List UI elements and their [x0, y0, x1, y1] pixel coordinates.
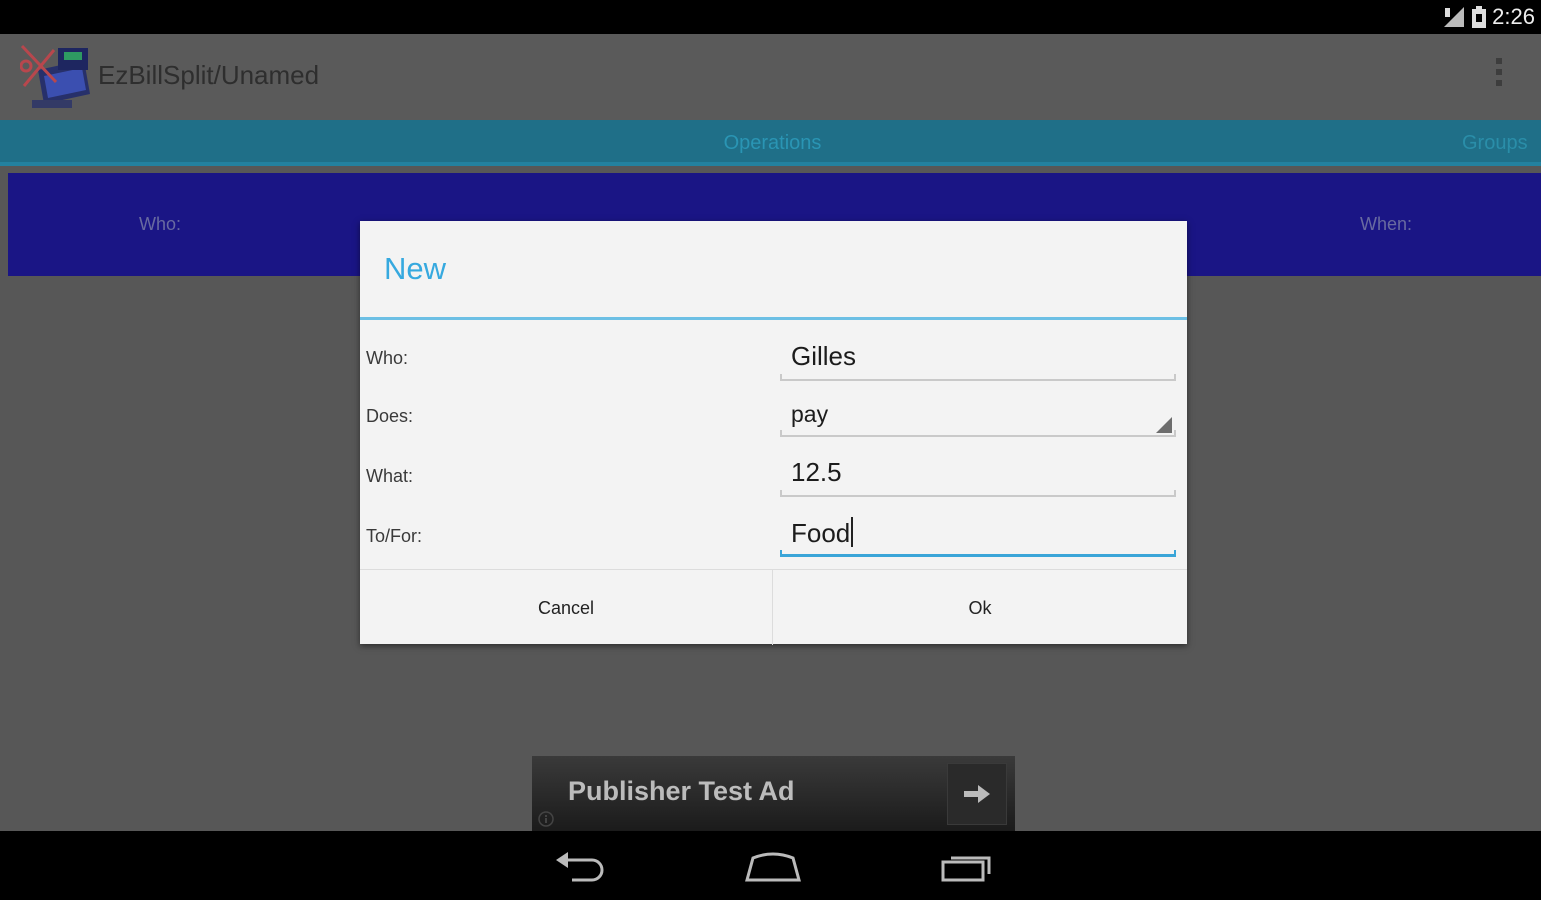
new-operation-dialog: New Who: Gilles Does: pay What: 12.5 To/… [360, 221, 1187, 645]
action-bar: EzBillSplit/Unamed [0, 34, 1541, 120]
who-field[interactable]: Gilles [780, 337, 1176, 381]
tab-operations[interactable]: Operations [640, 120, 905, 166]
ad-text: Publisher Test Ad [568, 776, 795, 806]
status-bar: 2:26 [0, 0, 1541, 34]
what-value: 12.5 [791, 457, 842, 487]
status-icons: 2:26 [1442, 3, 1535, 31]
battery-icon [1472, 6, 1487, 28]
tab-groups[interactable]: Groups [1462, 120, 1528, 166]
ok-button[interactable]: Ok [773, 570, 1187, 645]
ad-banner[interactable]: Publisher Test Ad [532, 756, 1015, 831]
who-value: Gilles [791, 341, 857, 371]
does-spinner[interactable]: pay [780, 393, 1176, 437]
dialog-title: New [384, 251, 447, 286]
recent-apps-icon[interactable] [932, 845, 1002, 889]
header-who: Who: [138, 214, 181, 234]
arrow-right-icon[interactable] [947, 763, 1007, 825]
what-field[interactable]: 12.5 [780, 453, 1176, 497]
dropdown-arrow-icon [1156, 417, 1172, 433]
cancel-button[interactable]: Cancel [360, 570, 772, 645]
dialog-button-bar: Cancel Ok [360, 569, 1187, 645]
status-time: 2:26 [1492, 4, 1535, 29]
navigation-bar [0, 831, 1541, 900]
to-for-value: Food [791, 517, 854, 549]
app-title: EzBillSplit/Unamed [98, 60, 320, 90]
back-icon[interactable] [545, 845, 615, 889]
app-screen: 2:26 EzBillSplit/Unamed Operations Group… [0, 0, 1541, 900]
to-for-field[interactable]: Food [780, 513, 1176, 557]
signal-icon [1444, 7, 1465, 27]
does-value: pay [791, 401, 829, 427]
text-cursor [851, 517, 854, 547]
who-label: Who: [366, 348, 409, 368]
overflow-menu-icon[interactable] [1489, 58, 1509, 98]
home-icon[interactable] [738, 845, 808, 889]
dialog-divider [360, 317, 1187, 320]
tab-strip: Operations Groups [0, 120, 1541, 166]
to-for-label: To/For: [366, 526, 423, 546]
does-label: Does: [366, 406, 414, 426]
tab-indicator [0, 162, 1541, 166]
header-when: When: [1359, 214, 1413, 234]
what-label: What: [366, 466, 414, 486]
cash-register-icon[interactable] [20, 42, 96, 112]
ad-info-icon[interactable] [538, 811, 554, 827]
